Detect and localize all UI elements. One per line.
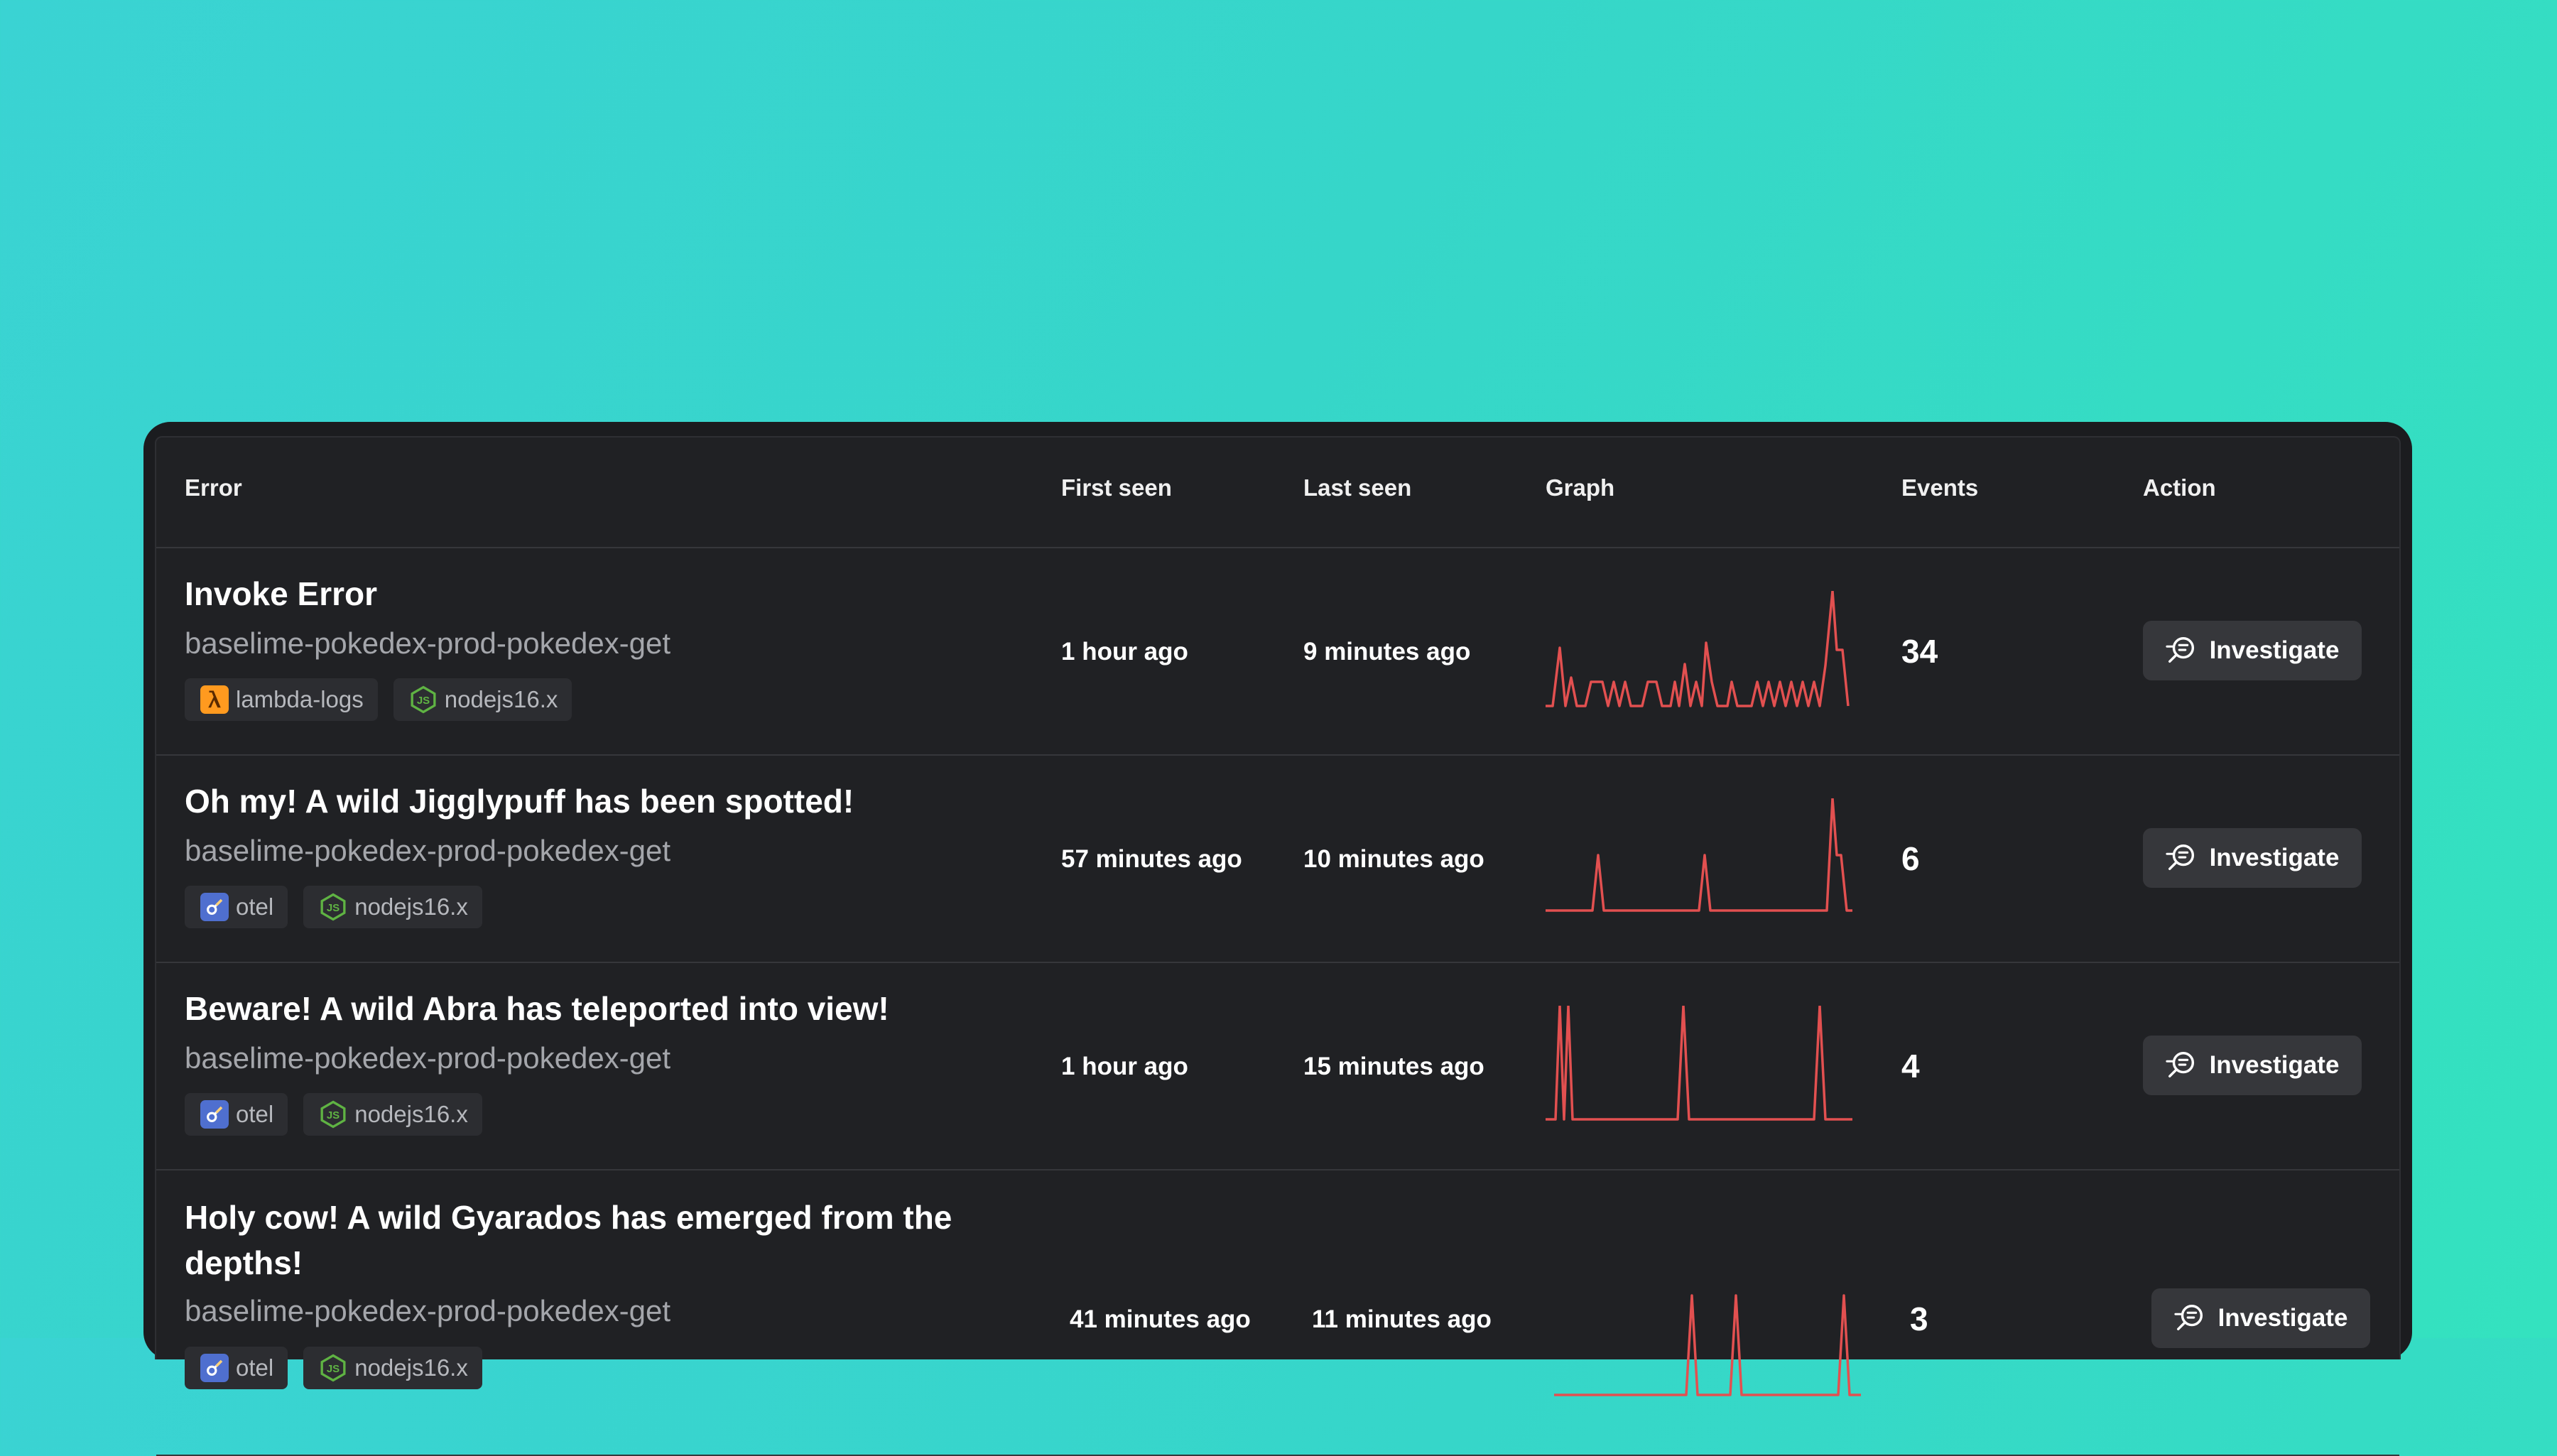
- last-seen: 10 minutes ago: [1303, 845, 1484, 873]
- tag-label: otel: [236, 893, 274, 920]
- error-title: Invoke Error: [185, 575, 377, 612]
- svg-text:JS: JS: [417, 695, 430, 707]
- tag-otel: otel: [185, 1093, 288, 1136]
- otel-icon: [200, 1100, 229, 1129]
- error-sparkline: [1546, 1006, 1852, 1121]
- event-count: 4: [1901, 1048, 1920, 1085]
- otel-icon: [200, 1354, 229, 1382]
- event-count: 3: [1910, 1300, 1928, 1337]
- tag-label: nodejs16.x: [354, 1354, 468, 1381]
- error-title: Beware! A wild Abra has teleported into …: [185, 990, 889, 1027]
- tag-list: otel JS nodejs16.x: [185, 886, 482, 928]
- last-seen: 9 minutes ago: [1303, 638, 1471, 665]
- investigate-button[interactable]: Investigate: [2143, 828, 2362, 888]
- investigate-icon: [2165, 844, 2194, 871]
- investigate-button[interactable]: Investigate: [2151, 1288, 2370, 1348]
- event-count: 6: [1901, 840, 1920, 877]
- nodejs-icon: JS: [409, 685, 438, 714]
- service-name: baselime-pokedex-prod-pokedex-get: [185, 626, 671, 660]
- column-header-events: Events: [1901, 474, 1979, 501]
- service-name: baselime-pokedex-prod-pokedex-get: [185, 1041, 671, 1075]
- nodejs-icon: JS: [319, 893, 347, 921]
- service-name: baselime-pokedex-prod-pokedex-get: [185, 834, 671, 867]
- error-sparkline: [1554, 1294, 1861, 1396]
- first-seen: 57 minutes ago: [1061, 845, 1242, 873]
- nodejs-icon: JS: [319, 1100, 347, 1129]
- errors-table: Error First seen Last seen Graph Events …: [155, 436, 2401, 1456]
- tag-label: otel: [236, 1101, 274, 1127]
- first-seen: 1 hour ago: [1061, 638, 1188, 665]
- column-header-graph: Graph: [1546, 474, 1615, 501]
- errors-panel: Error First seen Last seen Graph Events …: [143, 422, 2412, 1456]
- column-header-last-seen: Last seen: [1303, 474, 1412, 501]
- investigate-label: Investigate: [2209, 1051, 2340, 1079]
- column-header-first-seen: First seen: [1061, 474, 1172, 501]
- tag-label: nodejs16.x: [444, 686, 558, 712]
- svg-text:JS: JS: [327, 1363, 340, 1375]
- tag-list: lambda-logs JS nodejs16.x: [185, 678, 572, 721]
- tag-nodejs: JS nodejs16.x: [303, 1347, 482, 1389]
- error-title: Oh my! A wild Jigglypuff has been spotte…: [185, 783, 854, 820]
- nodejs-icon: JS: [319, 1354, 347, 1382]
- page: { "columns": { "error": "Error", "first_…: [0, 0, 2557, 1456]
- column-header-action: Action: [2143, 474, 2216, 501]
- tag-label: lambda-logs: [236, 686, 364, 712]
- table-row[interactable]: Oh my! A wild Jigglypuff has been spotte…: [156, 756, 2399, 963]
- last-seen: 15 minutes ago: [1303, 1053, 1484, 1080]
- tag-list: otel JS nodejs16.x: [185, 1347, 482, 1389]
- table-row[interactable]: Invoke Error baselime-pokedex-prod-poked…: [156, 548, 2399, 756]
- tag-label: nodejs16.x: [354, 1101, 468, 1127]
- first-seen: 41 minutes ago: [1070, 1305, 1251, 1333]
- tag-lambda-logs: lambda-logs: [185, 678, 378, 721]
- tag-label: nodejs16.x: [354, 893, 468, 920]
- investigate-icon: [2173, 1305, 2203, 1331]
- investigate-icon: [2165, 1052, 2194, 1078]
- service-name: baselime-pokedex-prod-pokedex-get: [185, 1294, 671, 1327]
- otel-icon: [200, 893, 229, 921]
- last-seen: 11 minutes ago: [1312, 1305, 1492, 1333]
- svg-text:JS: JS: [327, 1109, 340, 1121]
- tag-label: otel: [236, 1354, 274, 1381]
- investigate-label: Investigate: [2209, 844, 2340, 871]
- column-header-error: Error: [185, 474, 242, 501]
- tag-otel: otel: [185, 1347, 288, 1389]
- investigate-label: Investigate: [2209, 636, 2340, 664]
- investigate-button[interactable]: Investigate: [2143, 1036, 2362, 1095]
- error-sparkline: [1546, 798, 1852, 912]
- table-row[interactable]: Holy cow! A wild Gyarados has emerged fr…: [156, 1170, 2399, 1456]
- svg-text:JS: JS: [327, 902, 340, 914]
- table-header: Error First seen Last seen Graph Events …: [156, 438, 2399, 548]
- aws-lambda-icon: [200, 685, 229, 714]
- tag-list: otel JS nodejs16.x: [185, 1093, 482, 1136]
- table-row[interactable]: Beware! A wild Abra has teleported into …: [156, 963, 2399, 1170]
- tag-nodejs: JS nodejs16.x: [303, 1093, 482, 1136]
- investigate-button[interactable]: Investigate: [2143, 621, 2362, 680]
- error-sparkline: [1546, 591, 1850, 707]
- tag-nodejs: JS nodejs16.x: [393, 678, 572, 721]
- investigate-icon: [2165, 637, 2194, 663]
- investigate-label: Investigate: [2217, 1304, 2348, 1332]
- first-seen: 1 hour ago: [1061, 1053, 1188, 1080]
- tag-nodejs: JS nodejs16.x: [303, 886, 482, 928]
- error-title: Holy cow! A wild Gyarados has emerged fr…: [185, 1199, 952, 1281]
- event-count: 34: [1901, 633, 1938, 670]
- tag-otel: otel: [185, 886, 288, 928]
